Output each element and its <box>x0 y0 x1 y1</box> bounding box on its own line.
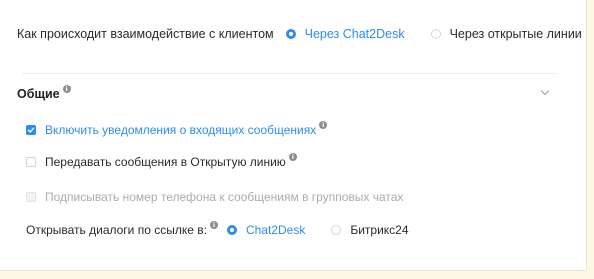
info-icon[interactable]: i <box>288 153 297 161</box>
settings-panel: Как происходит взаимодействие с клиентом… <box>0 0 587 271</box>
checkbox-disabled <box>26 192 36 202</box>
radio-unselected-icon[interactable] <box>331 225 342 235</box>
info-icon[interactable]: i <box>209 221 218 229</box>
radio-option-chat2desk[interactable]: Через Chat2Desk <box>285 27 405 41</box>
radio-option-bitrix24-label[interactable]: Битрикс24 <box>350 223 408 237</box>
interaction-mode-row: Как происходит взаимодействие с клиентом… <box>17 24 582 44</box>
setting-forward-to-open-line-label[interactable]: Передавать сообщения в Открытую линию <box>45 155 286 169</box>
checkbox-unchecked[interactable] <box>26 157 36 167</box>
checkbox-checked[interactable] <box>26 125 36 135</box>
radio-selected-icon[interactable] <box>226 225 237 235</box>
info-icon[interactable]: i <box>319 121 328 129</box>
radio-selected-icon[interactable] <box>285 29 296 39</box>
setting-sign-phone-number-label: Подписывать номер телефона к сообщениям … <box>45 190 404 204</box>
open-dialogs-question: Открывать диалоги по ссылке в: <box>26 223 207 237</box>
setting-incoming-notifications[interactable]: Включить уведомления о входящих сообщени… <box>26 121 328 139</box>
radio-option-open-lines[interactable]: Через открытые линии <box>430 27 582 41</box>
checkmark-icon <box>27 127 35 133</box>
setting-incoming-notifications-label[interactable]: Включить уведомления о входящих сообщени… <box>45 123 316 137</box>
radio-option-bitrix24[interactable]: Битрикс24 <box>331 223 409 237</box>
chevron-down-icon[interactable] <box>540 89 550 97</box>
section-title: Общие <box>17 87 60 101</box>
radio-option-open-chat2desk[interactable]: Chat2Desk <box>226 223 305 237</box>
section-header-general[interactable]: Общие i <box>17 84 71 104</box>
open-dialogs-row: Открывать диалоги по ссылке в: i Chat2De… <box>26 220 409 240</box>
radio-option-chat2desk-label[interactable]: Через Chat2Desk <box>305 27 405 41</box>
setting-sign-phone-number: Подписывать номер телефона к сообщениям … <box>26 188 403 206</box>
radio-option-open-chat2desk-label[interactable]: Chat2Desk <box>246 223 305 237</box>
radio-unselected-icon[interactable] <box>430 29 441 39</box>
interaction-mode-question: Как происходит взаимодействие с клиентом <box>17 27 274 41</box>
radio-option-open-lines-label[interactable]: Через открытые линии <box>450 27 582 41</box>
divider <box>22 73 556 74</box>
info-icon[interactable]: i <box>62 85 71 93</box>
setting-forward-to-open-line[interactable]: Передавать сообщения в Открытую линию i <box>26 153 297 171</box>
